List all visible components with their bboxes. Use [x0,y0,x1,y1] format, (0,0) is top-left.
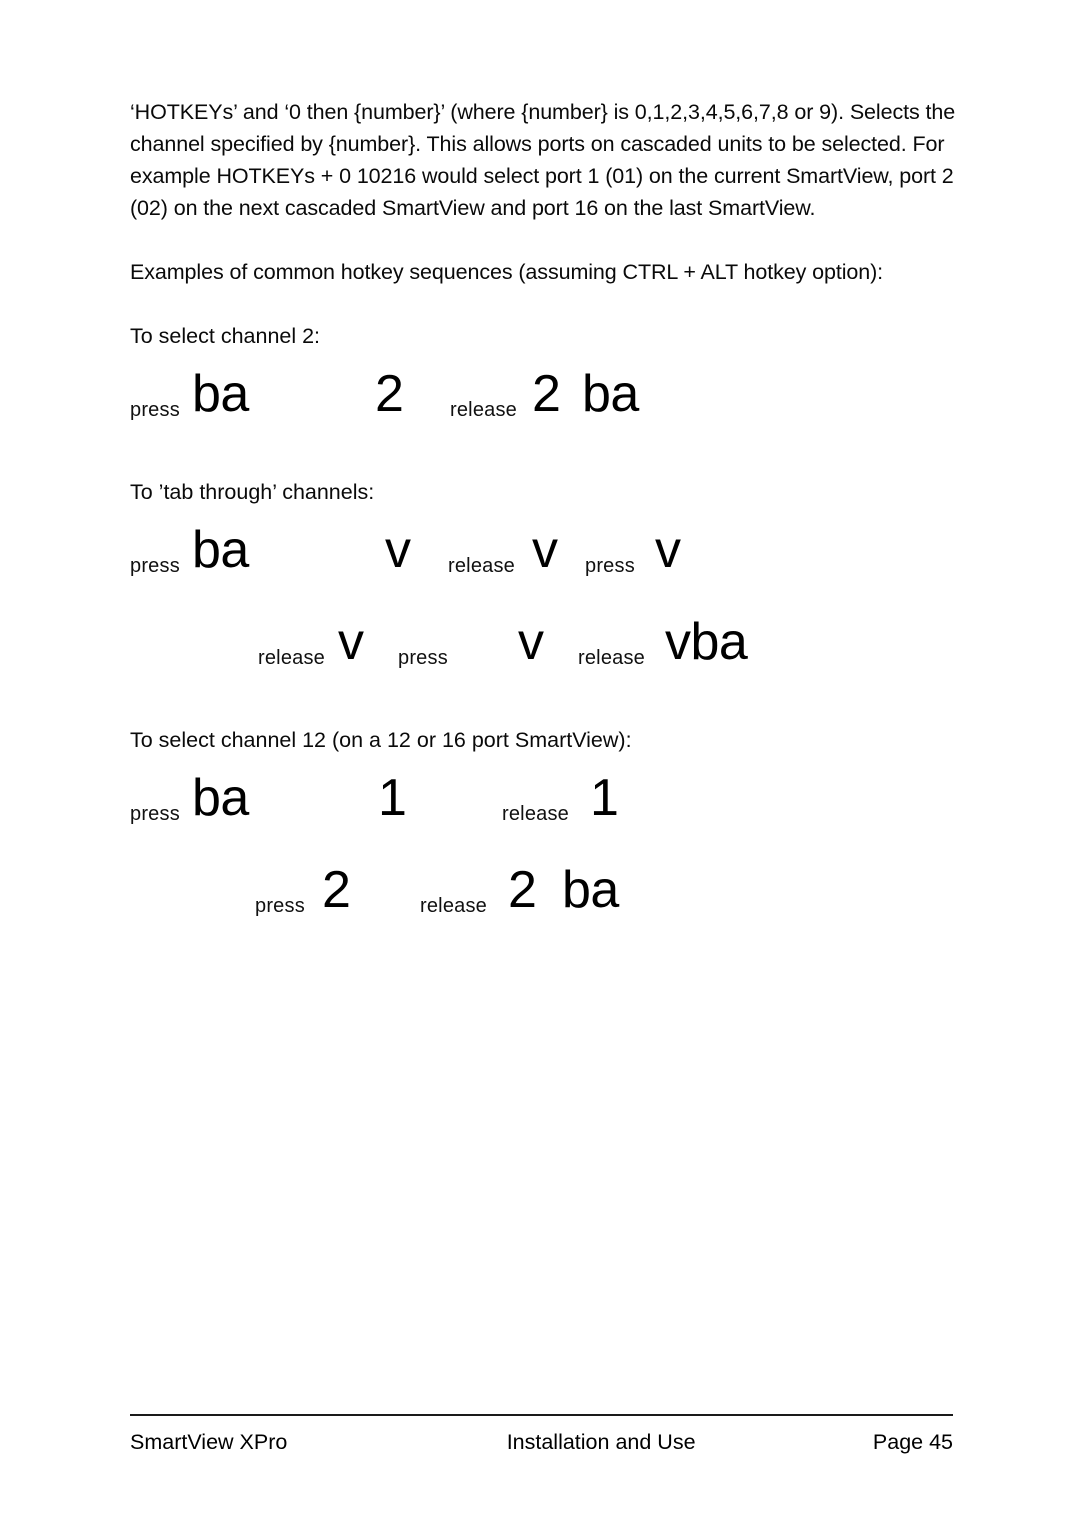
hotkey-sequence-tab-through: press ba v release v press v release v p… [130,508,960,692]
sequence-row: press ba 1 release 1 [130,756,960,848]
sequence-key-glyph: ba [562,861,619,919]
sequence-label-release: release [258,647,325,669]
footer-row: SmartView XPro Installation and Use Page… [130,1416,953,1455]
footer-page-number: Page 45 [872,1430,953,1454]
hotkey-sequence-channel-12: press ba 1 release 1 press 2 release 2 b… [130,756,960,940]
sequence-label-release: release [420,895,487,917]
footer-product-name: SmartView XPro [130,1430,288,1454]
sequence-row: press ba v release v press v [130,508,960,600]
sequence-key-glyph: ba [192,521,249,579]
sequence-label-release: release [448,555,515,577]
sequence-key-glyph: ba [192,365,249,423]
sequence-key-glyph: 1 [590,769,619,827]
sequence-key-glyph: 2 [508,861,537,919]
sequence-key-glyph: ba [192,769,249,827]
sequence-label-release: release [450,399,517,421]
page-footer: SmartView XPro Installation and Use Page… [130,1414,953,1455]
sequence-key-glyph: v [655,521,681,579]
sequence-label-press: press [255,895,305,917]
hotkey-sequence-channel-2: press ba 2 release 2 ba [130,352,960,444]
sequence-label-press: press [585,555,635,577]
sequence-row: release v press v release vba [130,600,960,692]
sequence-label-release: release [578,647,645,669]
document-page: ‘HOTKEYs’ and ‘0 then {number}’ (where {… [0,0,1080,1528]
sequence-key-glyph: 2 [322,861,351,919]
sequence-key-glyph: 1 [378,769,407,827]
sequence-label-press: press [130,803,180,825]
section-heading-channel-2: To select channel 2: [130,324,321,348]
sequence-label-press: press [130,399,180,421]
section-heading-channel-12: To select channel 12 (on a 12 or 16 port… [130,728,632,752]
body-paragraph-hotkeys: ‘HOTKEYs’ and ‘0 then {number}’ (where {… [130,100,956,220]
sequence-key-glyph: 2 [532,365,561,423]
page-content: ‘HOTKEYs’ and ‘0 then {number}’ (where {… [130,96,960,940]
sequence-key-glyph: vba [665,613,748,671]
sequence-label-press: press [398,647,448,669]
sequence-key-glyph: v [532,521,558,579]
sequence-key-glyph: v [518,613,544,671]
sequence-key-glyph: v [385,521,411,579]
sequence-row: press ba 2 release 2 ba [130,352,960,444]
sequence-label-press: press [130,555,180,577]
sequence-key-glyph: v [338,613,364,671]
footer-document-title: Installation and Use [506,1430,696,1454]
sequence-key-glyph: ba [582,365,639,423]
sequence-row: press 2 release 2 ba [130,848,960,940]
section-heading-tab-through: To ’tab through’ channels: [130,480,375,504]
body-paragraph-examples: Examples of common hotkey sequences (ass… [130,260,884,284]
sequence-label-release: release [502,803,569,825]
sequence-key-glyph: 2 [375,365,404,423]
